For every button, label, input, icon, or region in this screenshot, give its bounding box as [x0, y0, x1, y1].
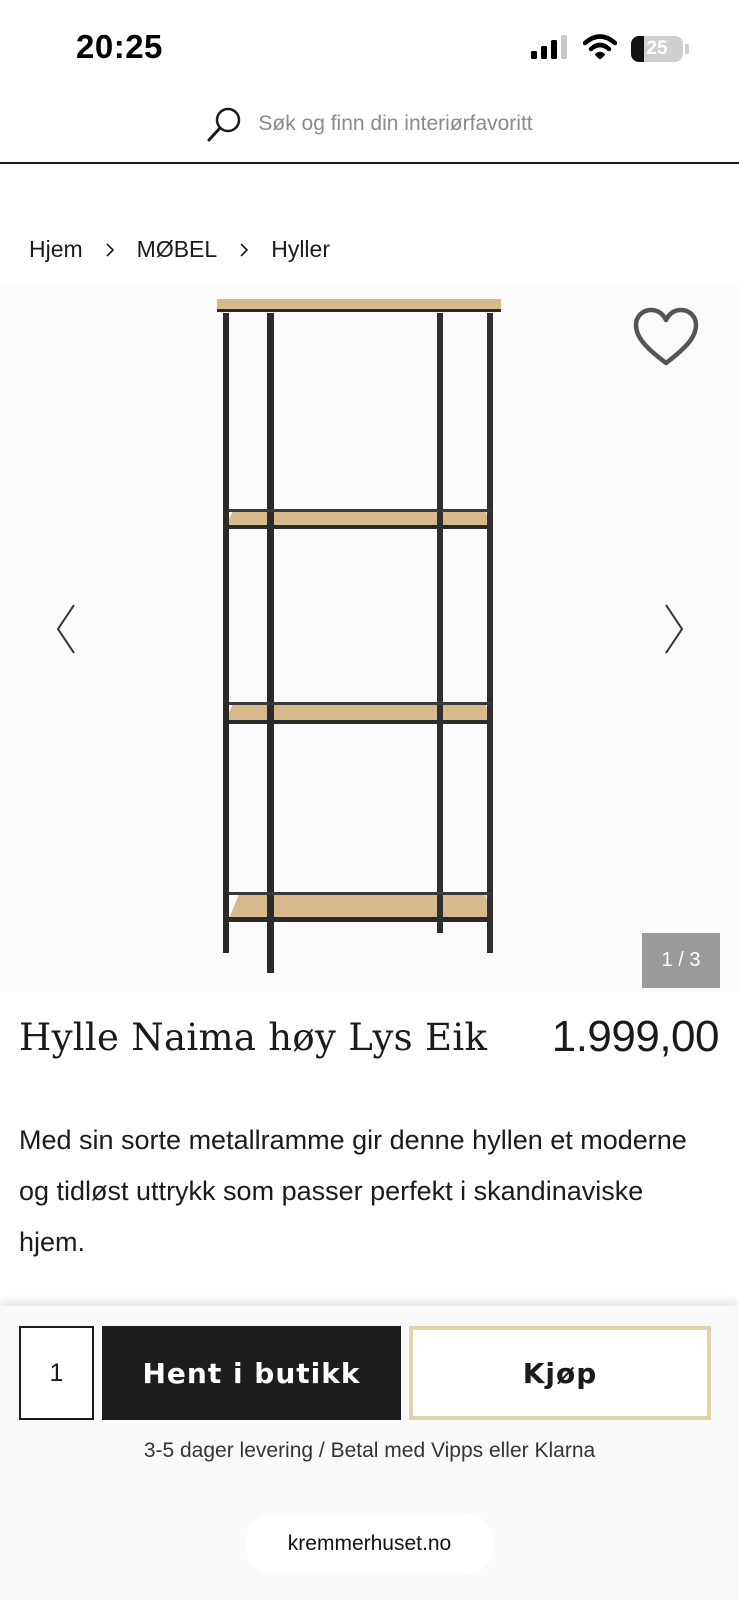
delivery-note: 3-5 dager levering / Betal med Vipps ell… [143, 1439, 596, 1462]
image-counter: 1 / 3 [642, 933, 720, 988]
quantity-input[interactable]: 1 [19, 1326, 94, 1420]
product-title: Hylle Naima høy Lys Eik [19, 1015, 488, 1059]
chevron-left-icon[interactable] [52, 601, 80, 657]
battery-nub [685, 44, 689, 54]
purchase-panel: 1 Hent i butikk Kjøp 3-5 dager levering … [0, 1306, 739, 1600]
favorite-heart-icon[interactable] [632, 307, 700, 369]
status-time: 20:25 [76, 28, 163, 65]
wifi-icon [582, 34, 618, 64]
search-bar[interactable]: Søk og finn din interiørfavoritt [0, 98, 739, 164]
pickup-in-store-button[interactable]: Hent i butikk [102, 1326, 401, 1420]
chevron-right-icon [239, 242, 249, 258]
breadcrumb-item-mobel[interactable]: MØBEL [137, 236, 218, 263]
battery-icon: 25 [631, 36, 683, 62]
status-bar: 20:25 25 [0, 0, 739, 90]
product-description: Med sin sorte metallramme gir denne hyll… [19, 1125, 687, 1257]
battery-level: 25 [646, 38, 668, 59]
product-price: 1.999,00 [551, 1012, 720, 1061]
product-header: Hylle Naima høy Lys Eik 1.999,00 [19, 1012, 720, 1062]
buy-button[interactable]: Kjøp [409, 1326, 711, 1420]
status-icons: 25 [531, 34, 689, 64]
breadcrumb-item-hyller[interactable]: Hyller [271, 236, 330, 263]
breadcrumb-item-hjem[interactable]: Hjem [29, 236, 83, 263]
product-gallery[interactable]: 1 / 3 [0, 283, 739, 993]
breadcrumb: Hjem MØBEL Hyller [29, 236, 330, 263]
chevron-right-icon[interactable] [660, 601, 688, 657]
search-input[interactable]: Søk og finn din interiørfavoritt [258, 110, 532, 138]
search-icon[interactable] [206, 106, 242, 149]
product-image [217, 299, 501, 973]
browser-url-bar[interactable]: kremmerhuset.no [245, 1513, 494, 1575]
chevron-right-icon [105, 242, 115, 258]
signal-icon [531, 34, 569, 64]
